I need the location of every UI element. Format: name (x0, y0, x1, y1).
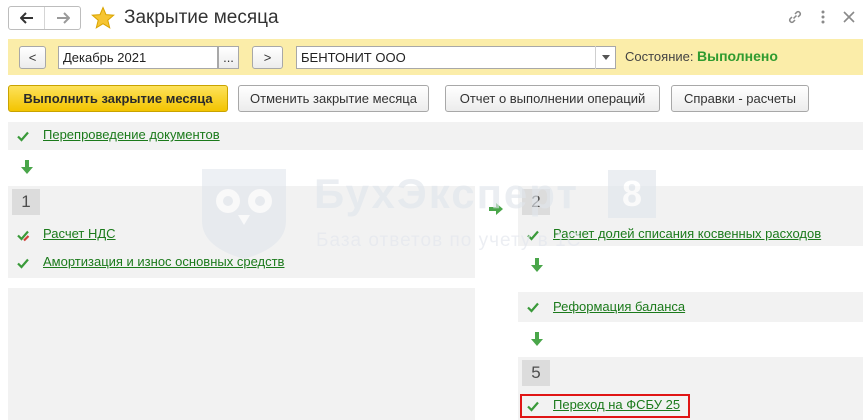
balance-reformation-link[interactable]: Реформация баланса (553, 299, 685, 314)
run-month-close-button[interactable]: Выполнить закрытие месяца (8, 85, 228, 112)
next-period-button[interactable]: > (252, 46, 283, 69)
organization-field[interactable]: БЕНТОНИТ ООО (296, 46, 616, 69)
checkmark-icon (17, 131, 29, 142)
state-value: Выполнено (697, 48, 778, 64)
operations-report-button[interactable]: Отчет о выполнении операций (445, 85, 660, 112)
cancel-month-close-button[interactable]: Отменить закрытие месяца (238, 85, 429, 112)
period-field[interactable]: Декабрь 2021 (58, 46, 218, 69)
indirect-costs-link[interactable]: Расчет долей списания косвенных расходов (553, 226, 821, 241)
watermark-brand: БухЭксперт (314, 170, 579, 217)
chevron-down-icon (601, 55, 610, 60)
arrow-down-icon (531, 332, 543, 346)
watermark-digit: 8 (608, 170, 656, 218)
close-icon[interactable] (840, 8, 858, 26)
fsbu25-transition-link[interactable]: Переход на ФСБУ 25 (553, 397, 680, 412)
checkmark-icon (527, 401, 539, 412)
owl-logo-icon (202, 169, 286, 259)
forward-button[interactable] (44, 7, 80, 29)
state-label: Состояние: (625, 49, 694, 64)
forward-arrow-icon (56, 12, 70, 24)
group-number: 1 (12, 189, 40, 215)
group-number: 5 (522, 360, 550, 386)
organization-value: БЕНТОНИТ ООО (301, 50, 406, 65)
watermark-tagline: База ответов по учету в 1С (316, 230, 582, 251)
page-title: Закрытие месяца (124, 7, 279, 28)
arrow-down-icon (21, 160, 33, 174)
more-icon[interactable] (814, 8, 832, 26)
arrow-down-icon (531, 258, 543, 272)
previous-period-button[interactable]: < (19, 46, 46, 69)
checkmark-edited-icon (17, 230, 30, 242)
navigation-group (8, 6, 81, 30)
period-picker-button[interactable]: ... (218, 46, 239, 69)
reports-calculations-button[interactable]: Справки - расчеты (671, 85, 809, 112)
checkmark-icon (527, 302, 539, 313)
checkmark-icon (17, 258, 29, 269)
repost-documents-link[interactable]: Перепроведение документов (43, 127, 220, 142)
back-arrow-icon (19, 12, 33, 24)
empty-panel (8, 288, 475, 420)
vat-calculation-link[interactable]: Расчет НДС (43, 226, 116, 241)
back-button[interactable] (9, 7, 44, 29)
organization-dropdown-button[interactable] (595, 46, 615, 69)
link-icon[interactable] (786, 8, 804, 26)
favorite-star-icon[interactable] (91, 6, 115, 30)
